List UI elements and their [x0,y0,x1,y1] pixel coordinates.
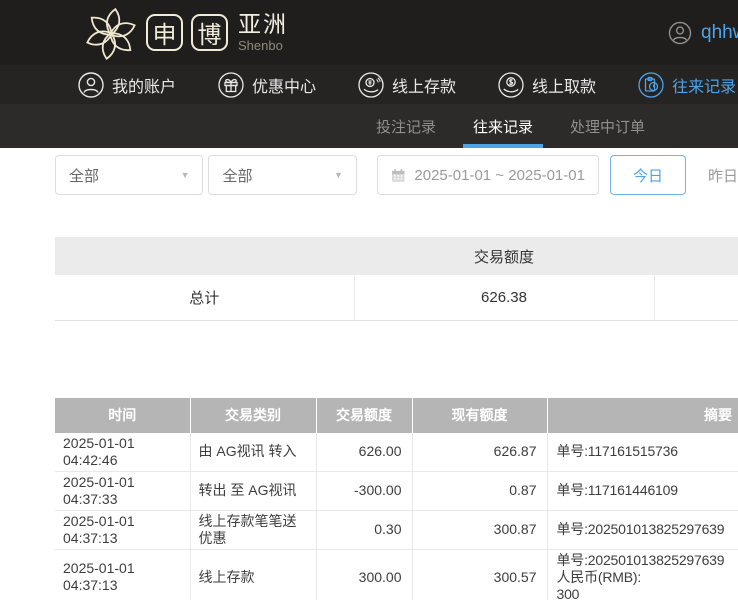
filter-row: 全部 ▼ 全部 ▼ 2025-01-01 ~ 2025-01-01 今日 昨日 [55,155,738,195]
chevron-down-icon: ▼ [334,170,343,180]
nav-item-my-account[interactable]: 我的账户 [78,72,176,98]
type-select[interactable]: 全部 ▼ [208,155,356,195]
cell-note: 单号:202501013825297639 [547,510,738,549]
cell-balance: 300.87 [412,510,547,549]
yesterday-button[interactable]: 昨日 [708,165,738,186]
summary-total-label: 总计 [55,275,354,320]
summary-header-amount: 交易额度 [354,237,654,275]
category-select-value: 全部 [69,165,99,186]
cell-time: 2025-01-01 04:37:13 [55,549,190,600]
transactions-header-row: 时间 交易类别 交易额度 现有额度 摘要 [55,398,738,433]
cell-time: 2025-01-01 04:37:13 [55,510,190,549]
table-row: 2025-01-01 04:37:13 线上存款笔笔送优惠 0.30 300.8… [55,510,738,549]
today-button[interactable]: 今日 [610,155,686,195]
deposit-icon [358,72,384,98]
category-select[interactable]: 全部 ▼ [55,155,203,195]
cell-type: 线上存款 [190,549,316,600]
tab-transaction-records[interactable]: 往来记录 [463,104,543,148]
col-type: 交易类别 [190,398,316,433]
summary-table: 交易额度 总计 626.38 [55,237,738,321]
nav-item-online-withdraw[interactable]: 线上取款 [498,72,596,98]
col-amount: 交易额度 [316,398,412,433]
user-icon [78,72,104,98]
cell-amount: 300.00 [316,549,412,600]
tab-pending-orders[interactable]: 处理中订单 [560,104,655,148]
brand-region: 亚洲 [238,13,288,36]
table-row: 2025-01-01 04:42:46 由 AG视讯 转入 626.00 626… [55,433,738,472]
nav-label: 我的账户 [112,73,176,97]
summary-total-value: 626.38 [354,275,654,320]
col-balance: 现有额度 [412,398,547,433]
cell-amount: 0.30 [316,510,412,549]
table-row: 2025-01-01 04:37:13 线上存款 300.00 300.57 单… [55,549,738,600]
cell-time: 2025-01-01 04:42:46 [55,433,190,472]
username-label: qhhw [701,22,738,44]
main-nav: 我的账户 优惠中心 线上存款 线上取款 [0,65,738,104]
brand-subtitle: Shenbo [238,39,288,52]
nav-label: 线上存款 [392,73,456,97]
summary-header-empty [55,237,354,275]
summary-header-empty [654,237,738,275]
summary-header-row: 交易额度 [55,237,738,275]
cell-note: 单号:202501013825297639 人民币(RMB): 300 [547,549,738,600]
brand-char-1: 申 [146,14,183,51]
top-brand-bar: 申 博 亚洲 Shenbo qhhw [0,0,738,65]
cell-type: 转出 至 AG视讯 [190,471,316,510]
cell-note: 单号:117161515736 [547,433,738,472]
cell-amount: 626.00 [316,433,412,472]
nav-item-transaction-records[interactable]: 往来记录 [638,72,736,98]
record-tabs: 投注记录 往来记录 处理中订单 [0,104,738,148]
brand-char-2: 博 [191,14,228,51]
cell-note: 单号:117161446109 [547,471,738,510]
nav-item-online-deposit[interactable]: 线上存款 [358,72,456,98]
summary-empty-cell [654,275,738,320]
records-icon [638,72,664,98]
withdraw-icon [498,72,524,98]
type-select-value: 全部 [222,165,252,186]
cell-type: 线上存款笔笔送优惠 [190,510,316,549]
summary-total-row: 总计 626.38 [55,275,738,320]
cell-type: 由 AG视讯 转入 [190,433,316,472]
user-account[interactable]: qhhw [668,0,738,65]
chevron-down-icon: ▼ [181,170,190,180]
cell-balance: 626.87 [412,433,547,472]
avatar-icon [668,21,692,45]
table-row: 2025-01-01 04:37:33 转出 至 AG视讯 -300.00 0.… [55,471,738,510]
calendar-icon [391,168,405,183]
gift-icon [218,72,244,98]
cell-balance: 300.57 [412,549,547,600]
date-range-value: 2025-01-01 ~ 2025-01-01 [414,167,585,184]
col-time: 时间 [55,398,190,433]
nav-label: 线上取款 [532,73,596,97]
tab-betting-records[interactable]: 投注记录 [366,104,446,148]
brand-logo[interactable]: 申 博 亚洲 Shenbo [84,4,288,62]
nav-label: 往来记录 [672,73,736,97]
flower-logo-icon [84,4,138,62]
cell-balance: 0.87 [412,471,547,510]
nav-item-promotions[interactable]: 优惠中心 [218,72,316,98]
nav-label: 优惠中心 [252,73,316,97]
cell-amount: -300.00 [316,471,412,510]
content-area: 全部 ▼ 全部 ▼ 2025-01-01 ~ 2025-01-01 今日 昨日 [0,155,738,600]
transactions-table: 时间 交易类别 交易额度 现有额度 摘要 2025-01-01 04:42:46… [55,398,738,600]
date-range-input[interactable]: 2025-01-01 ~ 2025-01-01 [377,155,599,195]
col-note: 摘要 [547,398,738,433]
cell-time: 2025-01-01 04:37:33 [55,471,190,510]
